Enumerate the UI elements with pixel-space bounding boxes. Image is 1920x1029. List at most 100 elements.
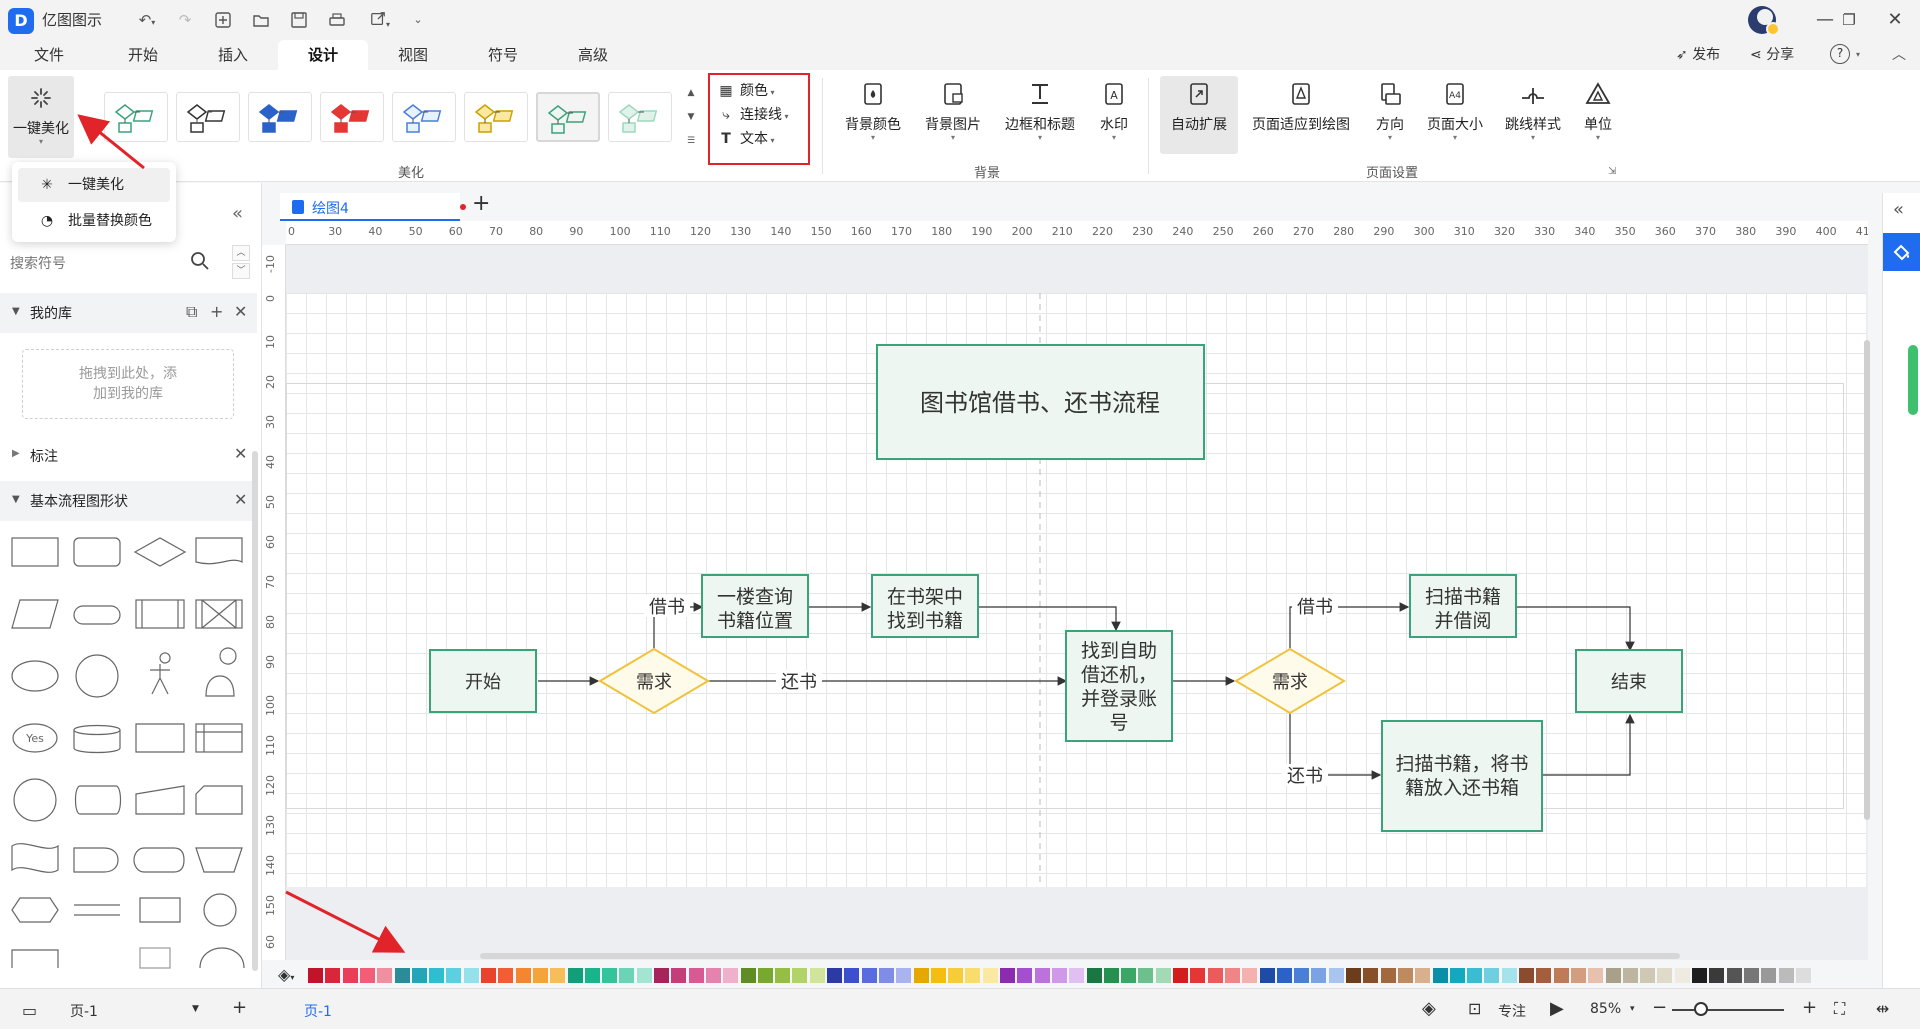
shape-data[interactable]: [11, 599, 59, 629]
save-icon[interactable]: [288, 8, 310, 32]
layers-icon[interactable]: ◈: [1422, 998, 1436, 1019]
page-selector[interactable]: 页-1: [70, 1001, 98, 1021]
help-icon[interactable]: ?: [1830, 44, 1850, 64]
gallery-up-icon[interactable]: ▲: [684, 86, 698, 100]
shape-decision[interactable]: [133, 537, 187, 567]
color-swatch[interactable]: [1622, 968, 1638, 983]
tab-file[interactable]: 文件: [20, 40, 78, 70]
color-swatch[interactable]: [1051, 968, 1067, 983]
annotation-close-icon[interactable]: ✕: [234, 444, 247, 463]
color-swatch[interactable]: [827, 968, 842, 983]
active-page-tab[interactable]: 页-1: [304, 1001, 332, 1021]
color-swatch[interactable]: [913, 968, 929, 983]
color-swatch[interactable]: [1674, 968, 1690, 983]
my-library-header[interactable]: ▼ 我的库 ⧉ + ✕: [0, 293, 257, 333]
color-swatch[interactable]: [429, 968, 445, 983]
page-size-button[interactable]: A4 页面大小 ▾: [1422, 80, 1488, 142]
color-swatch[interactable]: [1103, 968, 1119, 983]
color-swatch[interactable]: [671, 968, 687, 983]
shape-ellipse[interactable]: [11, 660, 59, 692]
color-swatch[interactable]: [550, 968, 566, 983]
share-button[interactable]: ⋖ 分享: [1750, 44, 1794, 66]
shape-annotation-box[interactable]: [139, 947, 171, 969]
fit-width-icon[interactable]: ⇹: [1876, 999, 1889, 1018]
color-swatch[interactable]: [411, 968, 427, 983]
export-icon[interactable]: ▾: [362, 8, 398, 32]
shape-preparation[interactable]: [11, 897, 59, 923]
library-close-icon[interactable]: ✕: [234, 302, 247, 321]
color-swatch[interactable]: [1034, 968, 1050, 983]
fill-bucket-icon[interactable]: ◈▾: [278, 965, 294, 984]
background-image-button[interactable]: 背景图片 ▾: [918, 80, 988, 142]
add-document-icon[interactable]: +: [472, 191, 490, 216]
color-swatch[interactable]: [1224, 968, 1240, 983]
library-import-icon[interactable]: ⧉: [186, 302, 197, 322]
drawing-page[interactable]: 图书馆借书、还书流程 开始 需求 借书 还书 一楼查询 书籍位置 在书架中 找到…: [286, 293, 1866, 887]
color-swatch[interactable]: [584, 968, 600, 983]
color-swatch[interactable]: [1397, 968, 1413, 983]
color-swatch[interactable]: [498, 968, 514, 983]
color-swatch[interactable]: [1173, 968, 1188, 983]
color-swatch[interactable]: [1138, 968, 1154, 983]
zoom-out-icon[interactable]: −: [1652, 997, 1667, 1018]
color-swatch[interactable]: [342, 968, 358, 983]
tab-view[interactable]: 视图: [384, 40, 442, 70]
watermark-button[interactable]: A 水印 ▾: [1094, 80, 1134, 142]
color-swatch[interactable]: [844, 968, 860, 983]
color-swatch[interactable]: [1207, 968, 1223, 983]
color-swatch[interactable]: [1380, 968, 1396, 983]
theme-thumbnail[interactable]: [464, 92, 528, 142]
shape-delay[interactable]: [73, 847, 119, 873]
color-swatch[interactable]: [654, 968, 669, 983]
menu-item-one-click-beautify[interactable]: ✳ 一键美化: [18, 168, 170, 202]
menu-item-batch-replace-color[interactable]: ◔ 批量替换颜色: [18, 204, 170, 238]
color-swatch[interactable]: [948, 968, 964, 983]
panel-collapse-icon[interactable]: «: [232, 203, 243, 224]
shape-process[interactable]: [11, 537, 59, 567]
color-swatch[interactable]: [1726, 968, 1742, 983]
add-page-icon[interactable]: +: [232, 997, 247, 1018]
color-swatch[interactable]: [567, 968, 583, 983]
restore-icon[interactable]: ❐: [1834, 6, 1864, 34]
open-folder-icon[interactable]: [250, 8, 272, 32]
color-swatch[interactable]: [965, 968, 981, 983]
color-swatch[interactable]: [1276, 968, 1292, 983]
tab-home[interactable]: 开始: [114, 40, 172, 70]
theme-thumbnail[interactable]: [104, 92, 168, 142]
color-swatch[interactable]: [775, 968, 791, 983]
color-swatch[interactable]: [481, 968, 496, 983]
color-swatch[interactable]: [1795, 968, 1811, 983]
tab-insert[interactable]: 插入: [204, 40, 262, 70]
color-swatch[interactable]: [1657, 968, 1673, 983]
color-swatch[interactable]: [1553, 968, 1569, 983]
shape-off-page[interactable]: [139, 897, 181, 923]
rail-collapse-icon[interactable]: «: [1893, 199, 1904, 220]
tab-advanced[interactable]: 高级: [564, 40, 622, 70]
color-swatch[interactable]: [1017, 968, 1033, 983]
canvas-vertical-scrollbar[interactable]: [1864, 340, 1870, 820]
panel-scrollbar[interactable]: [252, 451, 258, 971]
color-swatch[interactable]: [1000, 968, 1015, 983]
border-title-button[interactable]: 边框和标题 ▾: [998, 80, 1082, 142]
rail-drag-handle[interactable]: [1908, 345, 1918, 415]
shape-small-circle[interactable]: [203, 893, 237, 927]
play-icon[interactable]: ▶: [1550, 998, 1564, 1019]
color-swatch[interactable]: [1086, 968, 1102, 983]
color-swatch[interactable]: [1570, 968, 1586, 983]
edge-scanborrow-end[interactable]: [1516, 606, 1635, 652]
color-swatch[interactable]: [1467, 968, 1483, 983]
shape-predefined-lines[interactable]: [141, 600, 179, 628]
color-swatch[interactable]: [602, 968, 618, 983]
shape-display[interactable]: [133, 847, 185, 873]
focus-mode-button[interactable]: 专注: [1498, 1001, 1526, 1021]
color-swatch[interactable]: [532, 968, 548, 983]
shape-user[interactable]: [205, 647, 237, 697]
shape-predefined-process[interactable]: [135, 599, 185, 629]
color-swatch[interactable]: [982, 968, 998, 983]
zoom-slider[interactable]: [1672, 1009, 1784, 1011]
theme-thumbnail[interactable]: [176, 92, 240, 142]
color-swatch[interactable]: [878, 968, 894, 983]
ribbon-collapse-icon[interactable]: ︿: [1892, 44, 1906, 66]
library-drop-area[interactable]: 拖拽到此处，添 加到我的库: [22, 349, 234, 419]
color-swatch[interactable]: [757, 968, 773, 983]
